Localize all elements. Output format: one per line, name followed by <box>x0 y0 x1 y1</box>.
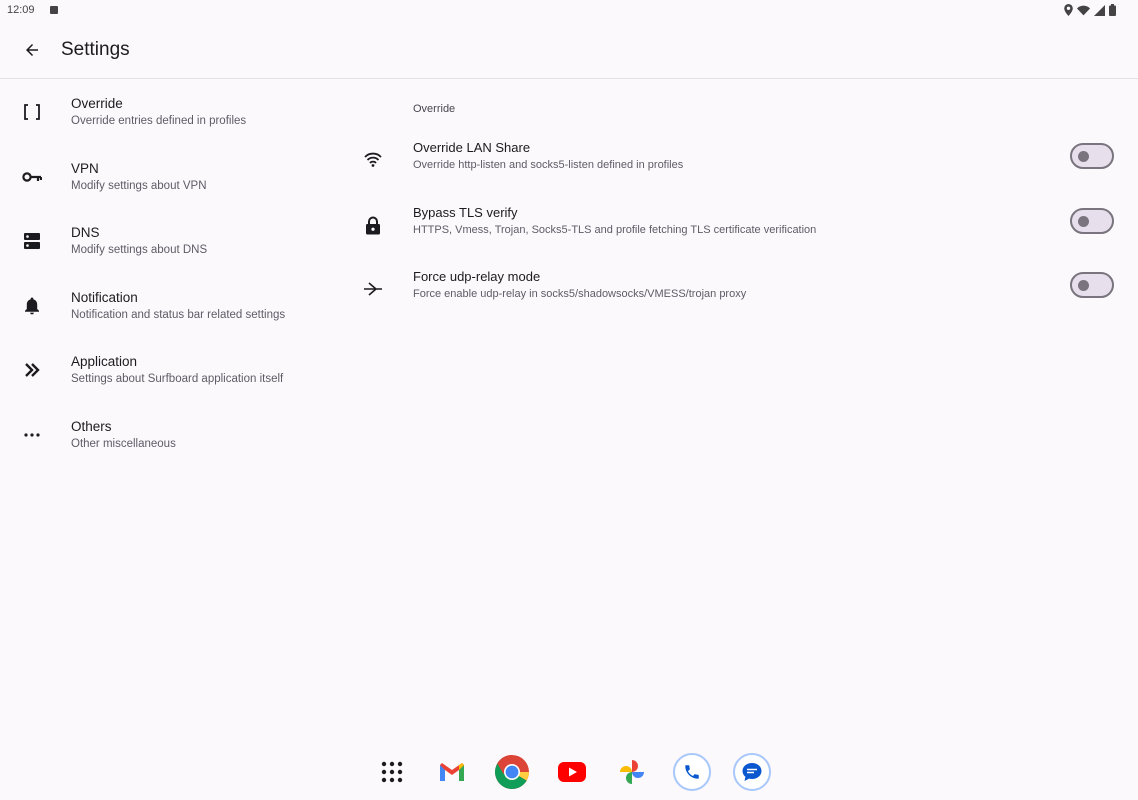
lock-icon <box>361 213 385 237</box>
phone-icon <box>685 765 699 779</box>
youtube-app[interactable] <box>553 753 591 791</box>
battery-icon <box>1109 4 1116 16</box>
category-list: Override Override entries defined in pro… <box>0 88 340 475</box>
category-item-override[interactable]: Override Override entries defined in pro… <box>0 88 340 153</box>
app-drawer-icon <box>381 761 403 783</box>
arrow-back-icon <box>26 44 38 56</box>
wifi-share-icon <box>361 148 385 172</box>
pref-bypass-tls-verify[interactable]: Bypass TLS verify HTTPS, Vmess, Trojan, … <box>355 205 1130 265</box>
pref-force-udp-relay[interactable]: Force udp-relay mode Force enable udp-re… <box>355 269 1130 329</box>
category-item-notification[interactable]: Notification Notification and status bar… <box>0 282 340 347</box>
pref-title: Force udp-relay mode <box>413 269 541 284</box>
signal-icon <box>1094 4 1105 16</box>
brackets-icon <box>20 100 44 124</box>
override-lan-share-toggle[interactable] <box>1070 143 1114 169</box>
back-button[interactable] <box>18 36 46 64</box>
category-item-dns[interactable]: DNS Modify settings about DNS <box>0 217 340 282</box>
dns-icon <box>20 229 44 253</box>
settings-screen: 12:09 Settings Override Override entries… <box>0 0 1138 800</box>
pref-title: Bypass TLS verify <box>413 205 518 220</box>
pref-subtitle: Force enable udp-relay in socks5/shadows… <box>413 288 747 300</box>
bell-icon <box>20 294 44 318</box>
pref-subtitle: Override http-listen and socks5-listen d… <box>413 159 684 171</box>
taskbar <box>0 745 1138 800</box>
status-bar: 12:09 <box>0 0 1138 22</box>
app-drawer-button[interactable] <box>373 753 411 791</box>
gmail-icon <box>440 763 464 781</box>
pref-title: Override LAN Share <box>413 140 531 155</box>
more-horiz-icon <box>20 423 44 447</box>
location-icon <box>1064 4 1073 16</box>
status-icons <box>1064 4 1116 16</box>
category-subtitle: Modify settings about VPN <box>71 179 207 192</box>
dock <box>373 753 771 791</box>
gmail-app[interactable] <box>433 753 471 791</box>
bypass-tls-verify-toggle[interactable] <box>1070 208 1114 234</box>
wifi-icon <box>1077 5 1090 15</box>
toggle-thumb <box>1078 216 1089 227</box>
category-item-application[interactable]: Application Settings about Surfboard app… <box>0 346 340 411</box>
category-subtitle: Modify settings about DNS <box>71 244 208 256</box>
messages-app[interactable] <box>733 753 771 791</box>
toggle-thumb <box>1078 151 1089 162</box>
double-chevron-icon <box>20 358 44 382</box>
force-udp-relay-toggle[interactable] <box>1070 272 1114 298</box>
phone-app[interactable] <box>673 753 711 791</box>
category-title: Others <box>71 418 112 434</box>
pref-override-lan-share[interactable]: Override LAN Share Override http-listen … <box>355 140 1130 200</box>
category-title: Notification <box>71 289 138 305</box>
category-title: VPN <box>71 160 99 176</box>
category-subtitle: Settings about Surfboard application its… <box>71 373 284 385</box>
section-header: Override <box>413 103 456 115</box>
category-title: Application <box>71 354 138 369</box>
photos-app[interactable] <box>613 753 651 791</box>
chrome-icon <box>495 755 529 789</box>
youtube-icon <box>558 762 586 782</box>
category-subtitle: Other miscellaneous <box>71 437 176 450</box>
key-icon <box>20 165 44 189</box>
toggle-thumb <box>1078 280 1089 291</box>
pref-subtitle: HTTPS, Vmess, Trojan, Socks5-TLS and pro… <box>413 224 817 236</box>
status-time: 12:09 <box>7 4 35 16</box>
notification-icon <box>50 6 58 14</box>
category-title: DNS <box>71 225 100 240</box>
category-subtitle: Override entries defined in profiles <box>71 115 247 127</box>
category-title: Override <box>71 96 123 111</box>
messages-icon <box>742 763 762 781</box>
relay-icon <box>361 277 385 301</box>
app-bar: Settings <box>0 22 1138 79</box>
category-item-others[interactable]: Others Other miscellaneous <box>0 411 340 476</box>
page-title: Settings <box>61 39 130 60</box>
chrome-app[interactable] <box>493 753 531 791</box>
category-item-vpn[interactable]: VPN Modify settings about VPN <box>0 153 340 218</box>
photos-icon <box>620 760 644 784</box>
category-subtitle: Notification and status bar related sett… <box>71 308 286 321</box>
